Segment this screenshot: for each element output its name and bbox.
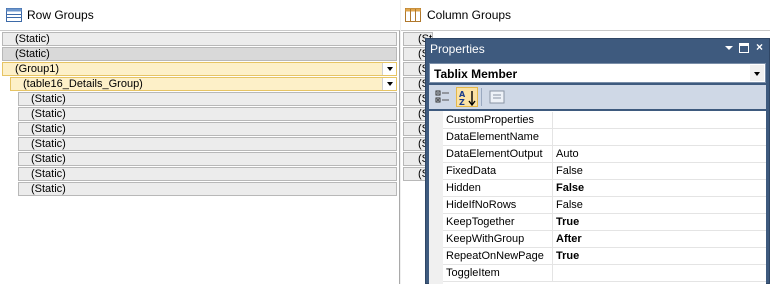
chevron-down-icon[interactable] (750, 65, 764, 81)
dropdown-icon[interactable] (723, 42, 734, 53)
property-value[interactable]: False (556, 165, 583, 177)
property-row[interactable]: KeepWithGroup After (443, 231, 766, 248)
property-row[interactable]: DataElementOutput Auto (443, 146, 766, 163)
property-name: KeepWithGroup (446, 233, 525, 245)
column-divider (552, 265, 553, 282)
properties-title: Properties (430, 42, 485, 56)
property-row[interactable]: DataElementName (443, 129, 766, 146)
column-divider (552, 197, 553, 214)
row-group-static[interactable]: (Static) (18, 107, 397, 121)
property-value[interactable]: After (556, 233, 582, 245)
row-groups-icon (6, 8, 22, 25)
row-group-static[interactable]: (Static) (2, 47, 397, 61)
row-groups-title: Row Groups (27, 8, 94, 22)
column-divider (552, 180, 553, 197)
property-row[interactable]: CustomProperties (443, 112, 766, 129)
alphabetical-sort-icon[interactable]: A Z (456, 87, 478, 107)
row-groups-pane: (Static) (Static) [ (Group1) ≡ (table16_… (0, 30, 400, 284)
column-groups-icon (405, 8, 421, 25)
row-group-group1[interactable]: (Group1) (2, 62, 397, 76)
chevron-down-icon[interactable] (382, 78, 396, 90)
property-value[interactable]: Auto (556, 148, 579, 160)
row-group-static[interactable]: (Static) (18, 137, 397, 151)
object-name: Tablix Member (434, 67, 518, 81)
property-name: HideIfNoRows (446, 199, 517, 211)
properties-toolbar: A Z (429, 85, 766, 109)
column-divider (552, 231, 553, 248)
close-icon[interactable]: × (754, 41, 765, 53)
property-name: DataElementOutput (446, 148, 543, 160)
property-value[interactable]: False (556, 182, 584, 194)
toolbar-separator (481, 88, 482, 106)
property-name: RepeatOnNewPage (446, 250, 544, 262)
categorized-icon[interactable] (432, 87, 454, 107)
property-name: Hidden (446, 182, 481, 194)
row-group-static[interactable]: (Static) (18, 167, 397, 181)
property-name: KeepTogether (446, 216, 515, 228)
maximize-icon[interactable] (739, 43, 749, 53)
column-divider (552, 129, 553, 146)
svg-text:Z: Z (459, 98, 465, 107)
properties-window: Properties × Tablix Member A Z CustomPro… (425, 38, 770, 284)
property-name: ToggleItem (446, 267, 500, 279)
column-divider (552, 112, 553, 129)
property-row[interactable]: FixedData False (443, 163, 766, 180)
property-value[interactable]: False (556, 199, 583, 211)
row-group-static[interactable]: (Static) (2, 32, 397, 46)
property-grid: CustomProperties DataElementName DataEle… (429, 111, 766, 284)
property-row[interactable]: RepeatOnNewPage True (443, 248, 766, 265)
grid-gutter (429, 111, 443, 284)
row-group-static[interactable]: (Static) (18, 92, 397, 106)
property-value[interactable]: True (556, 216, 579, 228)
row-group-static[interactable]: (Static) (18, 182, 397, 196)
property-value[interactable]: True (556, 250, 579, 262)
chevron-down-icon[interactable] (382, 63, 396, 75)
property-name: CustomProperties (446, 114, 535, 126)
property-row[interactable]: Hidden False (443, 180, 766, 197)
column-divider (552, 163, 553, 180)
property-name: DataElementName (446, 131, 539, 143)
property-row[interactable]: KeepTogether True (443, 214, 766, 231)
property-pages-icon[interactable] (486, 87, 508, 107)
property-name: FixedData (446, 165, 497, 177)
object-selector[interactable]: Tablix Member (429, 63, 766, 83)
column-groups-title: Column Groups (427, 8, 512, 22)
property-row[interactable]: ToggleItem (443, 265, 766, 282)
row-group-static[interactable]: (Static) (18, 122, 397, 136)
window-controls: × (723, 41, 765, 53)
row-groups-header: Row Groups (0, 0, 400, 30)
column-divider (552, 214, 553, 231)
column-divider (552, 248, 553, 265)
property-row[interactable]: HideIfNoRows False (443, 197, 766, 214)
row-group-static[interactable]: (Static) (18, 152, 397, 166)
column-groups-header: Column Groups (401, 0, 770, 30)
row-group-details[interactable]: (table16_Details_Group) (10, 77, 397, 91)
column-divider (552, 146, 553, 163)
